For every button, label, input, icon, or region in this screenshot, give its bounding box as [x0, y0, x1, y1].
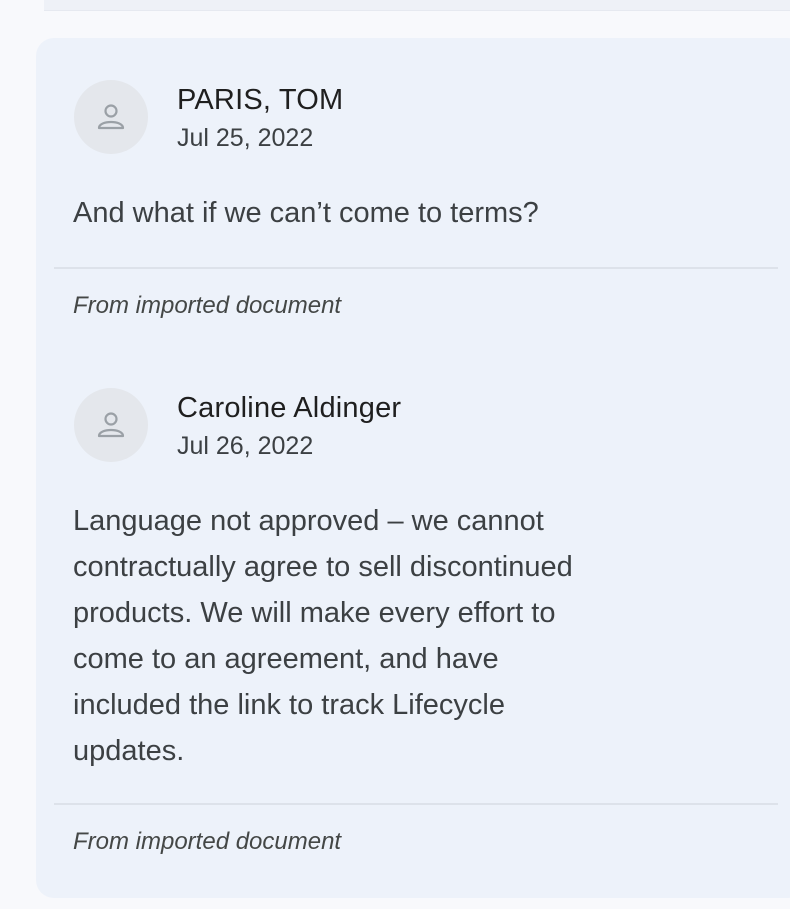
- person-icon: [97, 412, 125, 438]
- comment-author: Caroline Aldinger: [177, 392, 402, 424]
- comment-source-label: From imported document: [73, 828, 342, 855]
- avatar: [74, 80, 148, 154]
- comment-author: PARIS, TOM: [177, 84, 344, 116]
- divider: [54, 267, 778, 269]
- comment-body: Language not approved – we cannot contra…: [73, 498, 723, 774]
- comment-body-line: Language not approved – we cannot: [73, 505, 544, 537]
- comment-body-line: contractually agree to sell discontinued: [73, 551, 573, 583]
- comment-body-line: updates.: [73, 735, 185, 767]
- panel-top-edge: [44, 0, 790, 11]
- avatar: [74, 388, 148, 462]
- comment-thread-card[interactable]: PARIS, TOM Jul 25, 2022 And what if we c…: [36, 38, 790, 898]
- comment-body-line: products. We will make every effort to: [73, 597, 556, 629]
- comment-body-line: included the link to track Lifecycle: [73, 689, 505, 721]
- divider: [54, 803, 778, 805]
- comment-body-line: come to an agreement, and have: [73, 643, 499, 675]
- comment-body: And what if we can’t come to terms?: [73, 197, 539, 229]
- comment-source-label: From imported document: [73, 292, 342, 319]
- person-icon: [97, 104, 125, 130]
- comment-date: Jul 26, 2022: [177, 432, 314, 460]
- comment-date: Jul 25, 2022: [177, 124, 314, 152]
